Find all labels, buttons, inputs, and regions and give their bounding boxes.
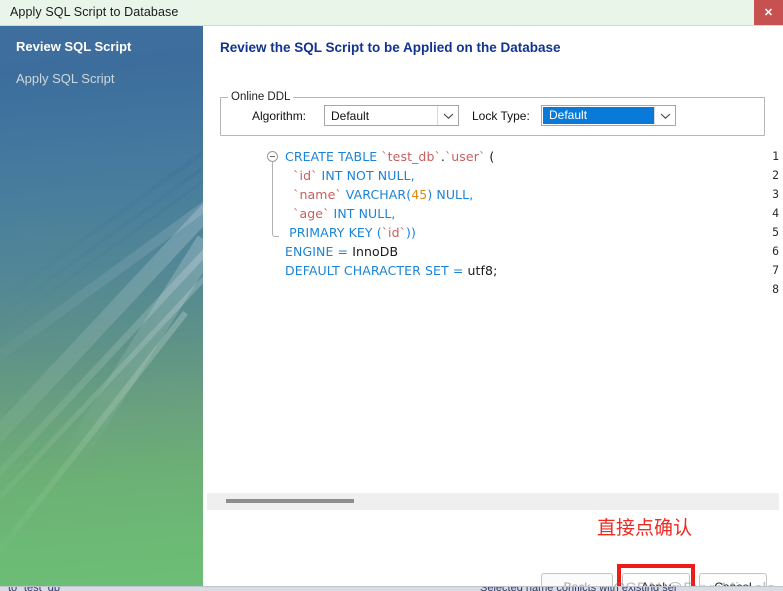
code-line: PRIMARY KEY (`id`)) <box>285 225 416 240</box>
line-number: 3 <box>772 187 779 201</box>
decorative-ray <box>0 101 203 387</box>
decorative-ray <box>0 65 203 346</box>
code-token: `test_db` <box>381 149 441 164</box>
code-line: DEFAULT CHARACTER SET = utf8; <box>285 263 497 278</box>
sql-script-editor[interactable]: 12345678 CREATE TABLE `test_db`.`user` (… <box>207 146 779 491</box>
code-token: `name` <box>293 187 342 202</box>
code-line: CREATE TABLE `test_db`.`user` ( <box>285 149 494 164</box>
decorative-ray <box>0 256 203 546</box>
sidebar-item-label: Review SQL Script <box>16 39 132 54</box>
decorative-ray <box>0 310 188 575</box>
code-token: )) <box>406 225 416 240</box>
code-token: `id` <box>293 168 318 183</box>
background-text-right: Selected name conflicts with existing se… <box>480 587 677 591</box>
sidebar-item-review-sql-script[interactable]: Review SQL Script <box>0 35 203 58</box>
background-text-left: to `test_db` <box>8 587 64 591</box>
apply-sql-script-dialog: Apply SQL Script to Database ✕ Review SQ… <box>0 0 783 591</box>
decorative-ray <box>0 79 203 359</box>
title-bar: Apply SQL Script to Database ✕ <box>0 0 783 26</box>
lock-type-label: Lock Type: <box>472 109 530 123</box>
window-title: Apply SQL Script to Database <box>10 5 179 19</box>
chevron-down-icon[interactable] <box>437 106 458 125</box>
online-ddl-legend: Online DDL <box>228 91 294 103</box>
sidebar-item-apply-sql-script[interactable]: Apply SQL Script <box>0 67 203 90</box>
line-number: 4 <box>772 206 779 220</box>
fold-guide-hook <box>272 232 279 237</box>
code-token: InnoDB <box>352 244 399 259</box>
chevron-down-icon[interactable] <box>654 106 675 125</box>
line-number: 7 <box>772 263 779 277</box>
line-number: 2 <box>772 168 779 182</box>
code-token: ( <box>485 149 495 164</box>
code-token: VARCHAR( <box>341 187 412 202</box>
background-window-strip: to `test_db` Selected name conflicts wit… <box>0 586 783 591</box>
fold-guide-line <box>272 162 273 234</box>
decorative-ray <box>0 188 203 507</box>
code-line: `name` VARCHAR(45) NULL, <box>285 187 473 202</box>
code-token: 45 <box>411 187 428 202</box>
sidebar-item-list: Review SQL Script Apply SQL Script <box>0 26 203 90</box>
algorithm-select[interactable]: Default <box>324 105 459 126</box>
scrollbar-thumb[interactable] <box>226 499 354 503</box>
code-token: ENGINE = <box>285 244 353 259</box>
sidebar-item-label: Apply SQL Script <box>16 71 115 86</box>
code-token: PRIMARY KEY ( <box>285 225 382 240</box>
code-token: ) NULL, <box>427 187 474 202</box>
decorative-ray <box>60 235 203 469</box>
code-token: `age` <box>293 206 330 221</box>
online-ddl-group: Online DDL Algorithm: Default Lock Type:… <box>220 91 765 136</box>
close-icon[interactable]: ✕ <box>754 0 783 25</box>
code-token: INT NULL, <box>329 206 396 221</box>
annotation-note: 直接点确认 <box>597 517 693 539</box>
code-token: INT NOT NULL, <box>317 168 415 183</box>
editor-horizontal-scrollbar[interactable] <box>207 493 779 510</box>
code-line: `id` INT NOT NULL, <box>285 168 415 183</box>
code-token: utf8; <box>467 263 498 278</box>
code-token: `user` <box>444 149 486 164</box>
code-line: `age` INT NULL, <box>285 206 395 221</box>
main-content: Review the SQL Script to be Applied on t… <box>203 26 783 591</box>
algorithm-label: Algorithm: <box>252 109 307 123</box>
page-title: Review the SQL Script to be Applied on t… <box>220 40 561 55</box>
code-token: CREATE TABLE <box>285 149 382 164</box>
code-folding-column <box>265 146 283 491</box>
line-number: 8 <box>772 282 779 296</box>
algorithm-selected-value: Default <box>331 109 370 123</box>
decorative-ray <box>0 49 203 331</box>
lock-type-select[interactable]: Default <box>541 105 676 126</box>
fold-collapse-icon[interactable] <box>267 151 278 162</box>
decorative-ray <box>0 233 203 531</box>
lock-type-selected-value: Default <box>549 108 588 122</box>
line-number: 1 <box>772 149 779 163</box>
editor-gutter <box>207 146 251 491</box>
code-token: DEFAULT CHARACTER SET = <box>285 263 468 278</box>
line-number: 5 <box>772 225 779 239</box>
line-number: 6 <box>772 244 779 258</box>
code-token: `id` <box>381 225 407 240</box>
code-line: ENGINE = InnoDB <box>285 244 398 259</box>
wizard-sidebar: Review SQL Script Apply SQL Script <box>0 26 203 586</box>
